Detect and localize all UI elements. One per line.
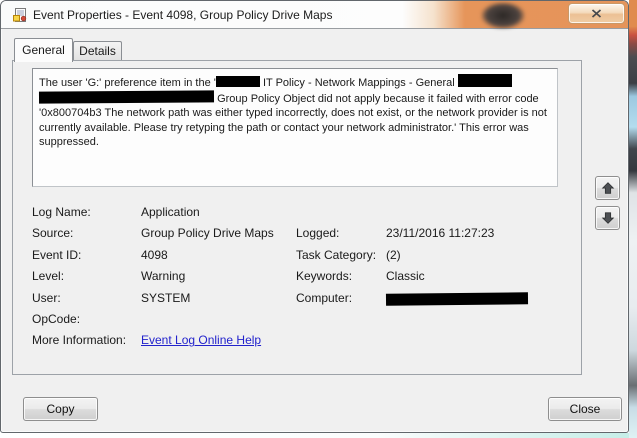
field-row: User: SYSTEM Computer: bbox=[32, 291, 577, 312]
field-value bbox=[385, 291, 577, 308]
screenshot-root: Event Properties - Event 4098, Group Pol… bbox=[0, 0, 637, 438]
desktop-background-bottom-edge bbox=[0, 433, 629, 438]
field-value: 4098 bbox=[141, 247, 168, 262]
event-description-box[interactable]: The user 'G:' preference item in the ' I… bbox=[32, 68, 558, 187]
description-text: The user 'G:' preference item in the ' bbox=[39, 77, 216, 89]
field-row: Log Name: Application bbox=[32, 205, 577, 226]
field-value: Application bbox=[141, 205, 200, 219]
titlebar[interactable]: Event Properties - Event 4098, Group Pol… bbox=[1, 1, 628, 29]
field-label: Task Category: bbox=[296, 247, 377, 262]
event-log-online-help-link[interactable]: Event Log Online Help bbox=[141, 333, 261, 347]
tab-general[interactable]: General bbox=[14, 38, 73, 62]
description-text: IT Policy - Network Mappings - General bbox=[259, 77, 458, 89]
close-dialog-button[interactable]: Close bbox=[548, 397, 622, 421]
field-value: Group Policy Drive Maps bbox=[141, 226, 274, 241]
field-label: Logged: bbox=[296, 226, 340, 241]
field-label: Log Name: bbox=[32, 205, 91, 219]
general-tab-panel: The user 'G:' preference item in the ' I… bbox=[12, 60, 582, 375]
field-label: Event ID: bbox=[32, 247, 82, 262]
detail-fields: Log Name: Application Source: Group Poli… bbox=[32, 205, 577, 355]
blurred-redaction-blob bbox=[481, 2, 525, 29]
redaction-bar bbox=[38, 89, 215, 104]
event-description: The user 'G:' preference item in the ' I… bbox=[38, 74, 551, 150]
scroll-up-button[interactable] bbox=[595, 176, 620, 200]
window-title: Event Properties - Event 4098, Group Pol… bbox=[33, 8, 333, 22]
field-value: SYSTEM bbox=[141, 290, 191, 305]
scroll-down-button[interactable] bbox=[595, 206, 620, 230]
field-label: Computer: bbox=[296, 290, 353, 305]
field-value: Warning bbox=[141, 269, 186, 284]
close-button[interactable] bbox=[568, 3, 625, 24]
close-x-icon bbox=[591, 9, 602, 18]
copy-button[interactable]: Copy bbox=[23, 397, 98, 421]
field-value: Event Log Online Help bbox=[141, 333, 296, 347]
field-label: Keywords: bbox=[296, 269, 353, 284]
field-row: Level: Warning Keywords: Classic bbox=[32, 269, 577, 290]
redaction-bar bbox=[457, 74, 512, 87]
field-label: User: bbox=[32, 290, 61, 305]
field-label: Source: bbox=[32, 226, 74, 241]
field-row: More Information: Event Log Online Help bbox=[32, 333, 577, 354]
redaction-bar bbox=[215, 76, 260, 87]
desktop-background-right-edge bbox=[629, 0, 637, 438]
arrow-down-icon bbox=[601, 212, 614, 224]
field-row: OpCode: bbox=[32, 312, 577, 333]
event-properties-icon bbox=[13, 8, 27, 22]
arrow-up-icon bbox=[601, 182, 614, 194]
redacted-computer-value bbox=[385, 291, 529, 306]
field-label: Level: bbox=[32, 269, 65, 284]
field-value: Classic bbox=[386, 269, 425, 284]
field-row: Source: Group Policy Drive Maps Logged: … bbox=[32, 226, 577, 247]
event-properties-dialog: Event Properties - Event 4098, Group Pol… bbox=[0, 0, 629, 433]
field-row: Event ID: 4098 Task Category: (2) bbox=[32, 248, 577, 269]
field-value: 23/11/2016 11:27:23 bbox=[386, 226, 495, 241]
tab-details[interactable]: Details bbox=[73, 41, 122, 60]
field-label: OpCode: bbox=[32, 311, 81, 326]
field-label: More Information: bbox=[32, 333, 127, 348]
field-value: (2) bbox=[386, 247, 401, 262]
